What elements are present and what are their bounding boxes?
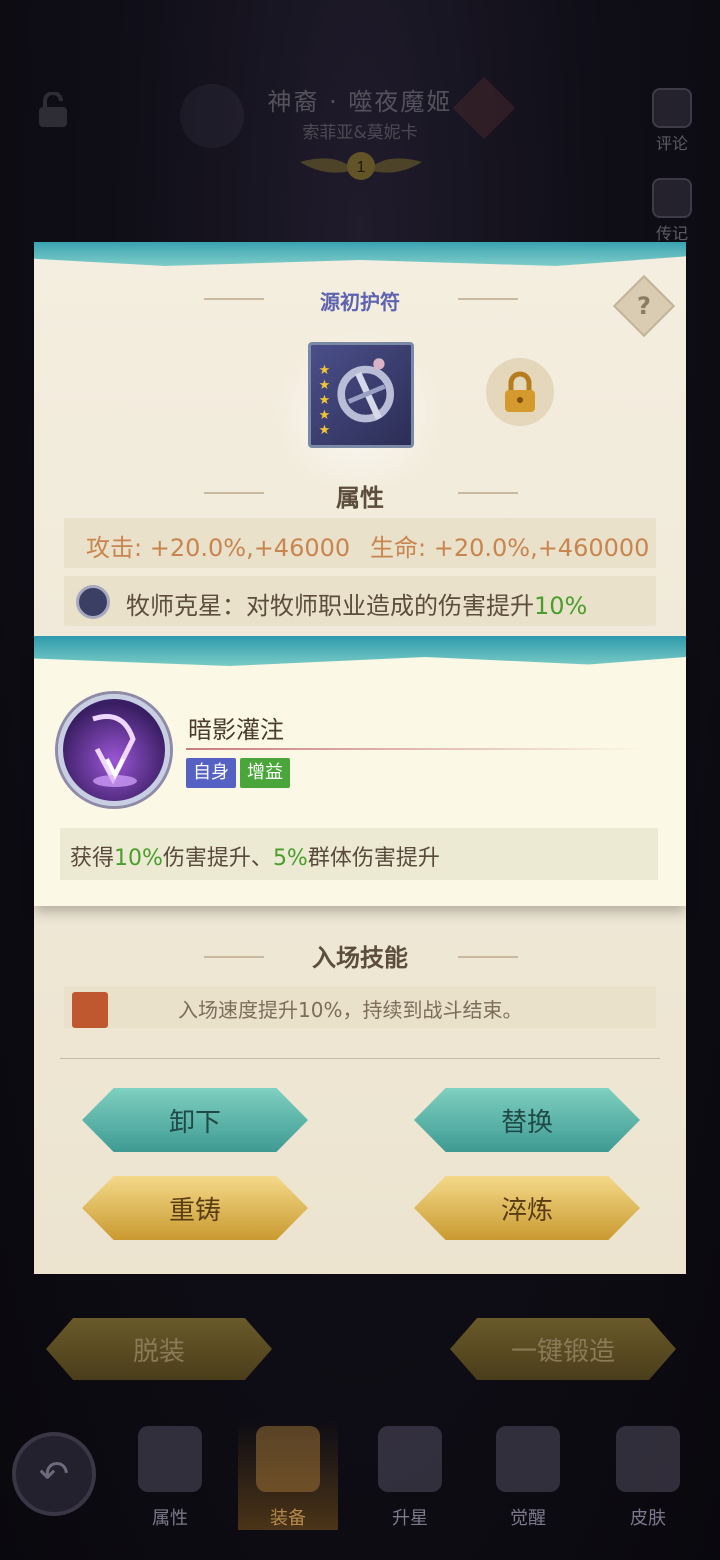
shadow-infusion-icon (58, 694, 170, 806)
tag-buff: 增益 (240, 758, 290, 788)
nav-label: 皮肤 (630, 1508, 666, 1529)
hp-value: 生命: +20.0%,+460000 (370, 534, 650, 562)
nav-attributes[interactable]: 属性 (120, 1420, 220, 1530)
skill-description-text: 获得10%伤害提升、5%群体伤害提升 (70, 840, 440, 872)
counter-prefix: 牧师克星：对牧师职业造成的伤害提升 (126, 592, 534, 620)
modal-title: 源初护符 (320, 290, 400, 314)
skill-tooltip: 暗影灌注 自身 增益 获得10%伤害提升、5%群体伤害提升 (34, 636, 686, 908)
replace-button[interactable]: 替换 (414, 1088, 640, 1152)
one-click-forge-button[interactable]: 一键锻造 (450, 1318, 676, 1380)
desc-part: 伤害提升、 (162, 846, 273, 871)
counter-skill-row: 牧师克星：对牧师职业造成的伤害提升10% (64, 576, 656, 626)
attack-value: 攻击: +20.0%,+46000 (86, 534, 351, 562)
item-stars: ★★★★★ (317, 363, 332, 438)
entry-skill-icon (72, 992, 108, 1028)
skill-name: 暗影灌注 (188, 716, 284, 744)
back-arrow-icon: ↶ (38, 1453, 70, 1495)
desc-part: 获得 (70, 846, 115, 871)
desc-part: 群体伤害提升 (307, 846, 440, 871)
tag-self: 自身 (186, 758, 236, 788)
nav-skin[interactable]: 皮肤 (598, 1420, 698, 1530)
spiral-icon (496, 1426, 560, 1492)
armor-icon (616, 1426, 680, 1492)
one-click-forge-label: 一键锻造 (510, 1336, 615, 1367)
tooltip-body: 暗影灌注 自身 增益 获得10%伤害提升、5%群体伤害提升 (34, 654, 686, 906)
attribute-row: 攻击: +20.0%,+46000 生命: +20.0%,+460000 (64, 518, 656, 568)
desc-part: 5% (272, 846, 308, 871)
moon-icon (76, 585, 110, 619)
refine-button[interactable]: 淬炼 (414, 1176, 640, 1240)
star-badge-icon (378, 1426, 442, 1492)
counter-skill-text: 牧师克星：对牧师职业造成的伤害提升10% (126, 586, 587, 621)
recast-label: 重铸 (168, 1195, 221, 1226)
skill-description: 获得10%伤害提升、5%群体伤害提升 (60, 828, 658, 880)
unequip-all-button[interactable]: 脱装 (46, 1318, 272, 1380)
nav-label: 觉醒 (510, 1508, 546, 1529)
helmet-icon (138, 1426, 202, 1492)
nav-star-up[interactable]: 升星 (360, 1420, 460, 1530)
refine-label: 淬炼 (500, 1195, 553, 1226)
entry-skill-text: 入场速度提升10%，持续到战斗结束。 (178, 998, 523, 1022)
lock-toggle-icon[interactable] (486, 358, 554, 426)
counter-value: 10% (534, 592, 588, 620)
skill-name-underline (186, 748, 646, 750)
unequip-label: 卸下 (168, 1107, 221, 1138)
desc-part: 10% (114, 846, 163, 871)
nav-label: 升星 (392, 1508, 428, 1529)
nav-awaken[interactable]: 觉醒 (478, 1420, 578, 1530)
replace-label: 替换 (500, 1107, 553, 1138)
nav-equipment[interactable]: 装备 (238, 1420, 338, 1530)
amulet-item-slot[interactable]: ★★★★★ (308, 342, 414, 448)
nav-label: 装备 (270, 1508, 306, 1529)
back-button[interactable]: ↶ (12, 1432, 96, 1516)
entry-skill-title: 入场技能 (312, 944, 408, 972)
question-icon: ? (637, 292, 651, 320)
swords-icon (256, 1426, 320, 1492)
nav-label: 属性 (152, 1508, 188, 1529)
entry-skill-row: 入场速度提升10%，持续到战斗结束。 (64, 986, 656, 1028)
unequip-all-label: 脱装 (132, 1336, 185, 1367)
attributes-title: 属性 (336, 484, 384, 512)
divider (60, 1058, 660, 1059)
recast-button[interactable]: 重铸 (82, 1176, 308, 1240)
unequip-button[interactable]: 卸下 (82, 1088, 308, 1152)
